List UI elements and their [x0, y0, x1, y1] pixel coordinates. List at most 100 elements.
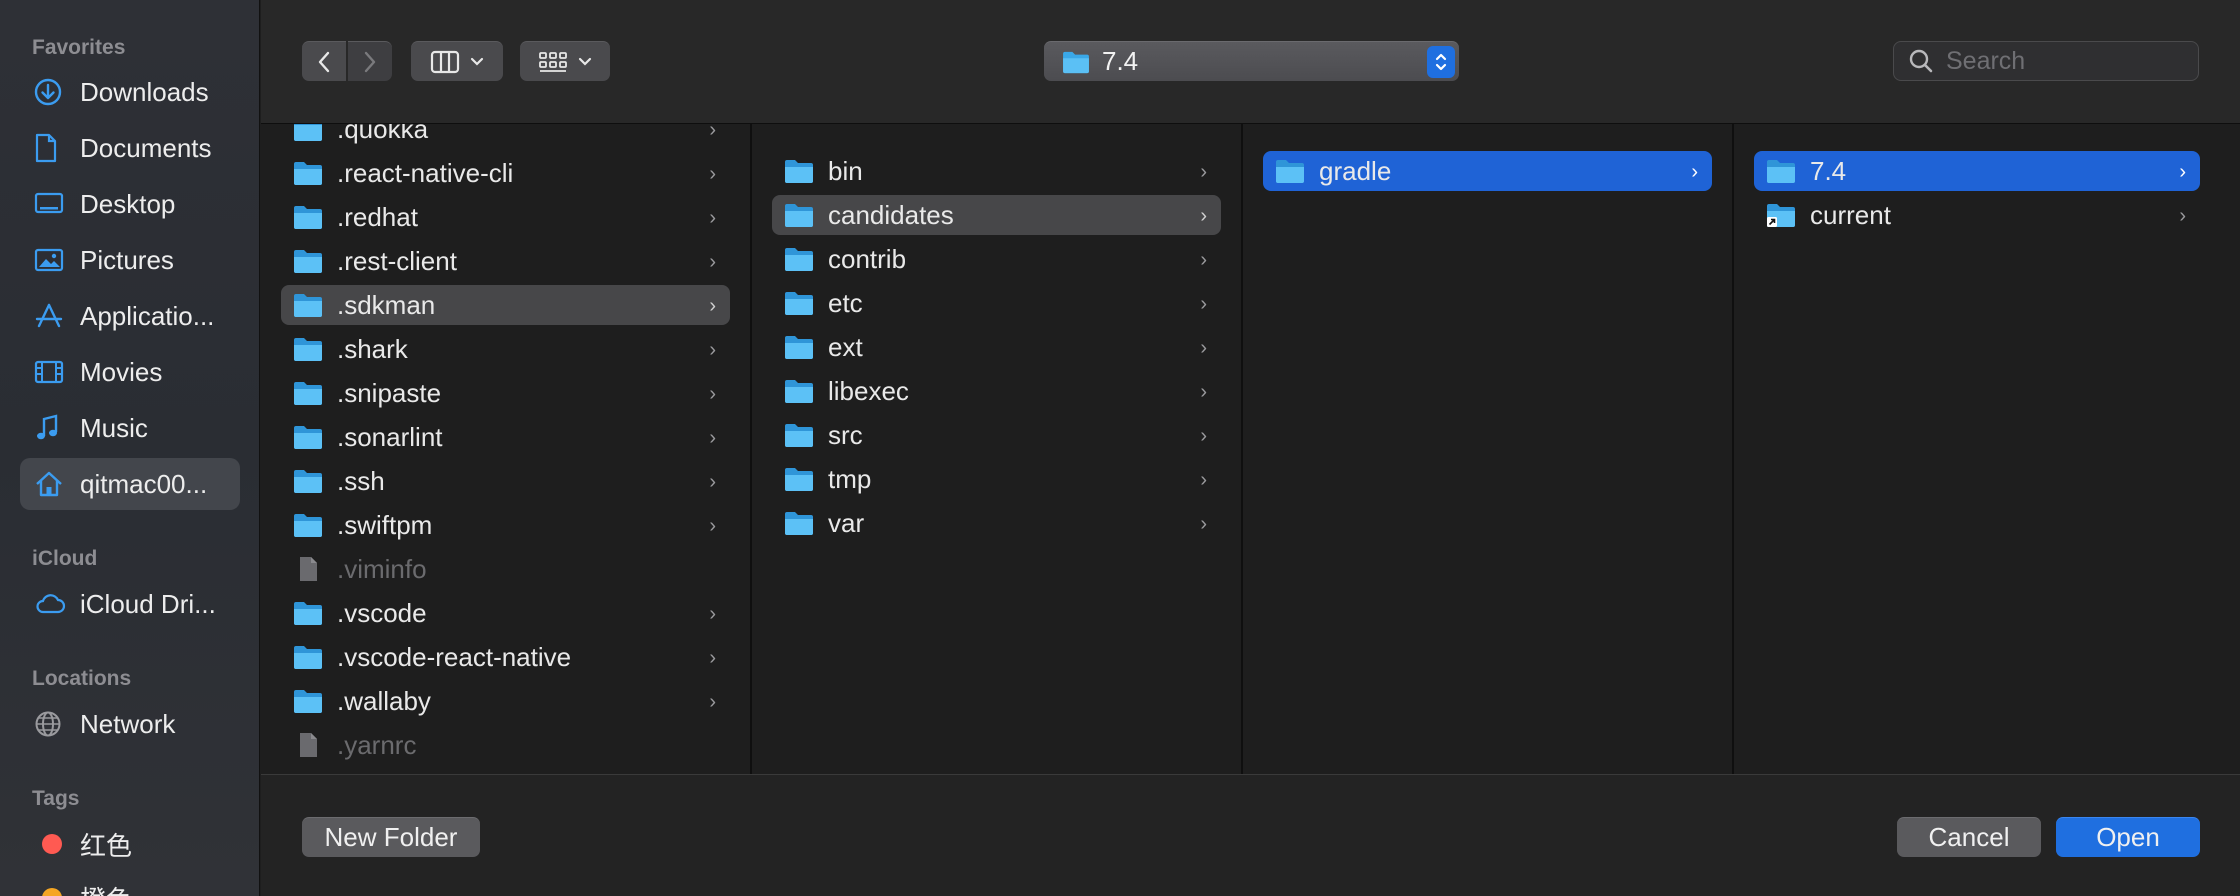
item-name: ext: [828, 331, 863, 362]
folder-row[interactable]: .snipaste ›: [281, 373, 730, 413]
item-name: .viminfo: [337, 553, 427, 584]
view-mode-button[interactable]: [411, 41, 503, 81]
folder-row[interactable]: .vscode ›: [281, 593, 730, 633]
folder-row[interactable]: .vscode-react-native ›: [281, 637, 730, 677]
folder-row[interactable]: var ›: [772, 503, 1221, 543]
item-name: current: [1810, 199, 1891, 230]
sidebar-item-icloud-drive[interactable]: iCloud Dri...: [20, 578, 240, 630]
back-button[interactable]: [302, 41, 346, 81]
search-field[interactable]: [1893, 41, 2199, 81]
sidebar-item-label: 红色: [80, 830, 133, 861]
folder-row[interactable]: current ›: [1754, 195, 2200, 235]
folder-row[interactable]: ext ›: [772, 327, 1221, 367]
folder-icon: [293, 468, 323, 494]
folder-row[interactable]: .swiftpm ›: [281, 505, 730, 545]
folder-icon: [293, 160, 323, 186]
folder-row[interactable]: src ›: [772, 415, 1221, 455]
item-name: var: [828, 507, 865, 538]
path-popup[interactable]: 7.4: [1044, 41, 1459, 81]
new-folder-button[interactable]: New Folder: [302, 817, 480, 857]
chevron-right-icon: ›: [1200, 205, 1207, 227]
item-name: .sonarlint: [337, 421, 443, 452]
folder-row[interactable]: .rest-client ›: [281, 241, 730, 281]
sidebar-item-desktop[interactable]: Desktop: [20, 178, 240, 230]
search-input[interactable]: [1944, 45, 2178, 77]
folder-icon: [784, 422, 814, 448]
file-row[interactable]: .viminfo: [281, 549, 730, 589]
chevron-right-icon: ›: [709, 251, 716, 273]
folder-row[interactable]: .quokka ›: [281, 124, 730, 149]
sidebar-item-applications[interactable]: Applicatio...: [20, 290, 240, 342]
folder-row[interactable]: etc ›: [772, 283, 1221, 323]
sidebar-item-home[interactable]: qitmac00...: [20, 458, 240, 510]
folder-row[interactable]: tmp ›: [772, 459, 1221, 499]
sidebar: Favorites Downloads Documents Desktop Pi…: [0, 0, 260, 896]
group-button[interactable]: [520, 41, 610, 81]
movies-icon: [34, 357, 70, 387]
sidebar-item-label: Applicatio...: [80, 300, 215, 331]
chevron-right-icon: ›: [1200, 337, 1207, 359]
toolbar: 7.4: [261, 0, 2240, 124]
sidebar-item-music[interactable]: Music: [20, 402, 240, 454]
folder-icon: [1275, 158, 1305, 184]
chevron-down-icon: [578, 57, 592, 66]
item-name: .shark: [337, 333, 408, 364]
chevron-right-icon: ›: [1200, 293, 1207, 315]
columns-view-icon: [430, 50, 460, 73]
folder-row[interactable]: .redhat ›: [281, 197, 730, 237]
sidebar-item-label: Downloads: [80, 76, 209, 107]
column-3: gradle ›: [1243, 124, 1732, 774]
folder-row[interactable]: candidates ›: [772, 195, 1221, 235]
folder-row[interactable]: bin ›: [772, 151, 1221, 191]
cancel-button[interactable]: Cancel: [1897, 817, 2041, 857]
folder-icon: [293, 512, 323, 538]
sidebar-item-documents[interactable]: Documents: [20, 122, 240, 174]
sidebar-item-label: Documents: [80, 132, 212, 163]
chevron-right-icon: ›: [709, 427, 716, 449]
folder-row[interactable]: gradle ›: [1263, 151, 1712, 191]
forward-button[interactable]: [348, 41, 392, 81]
chevron-down-icon: [470, 57, 484, 66]
sidebar-item-downloads[interactable]: Downloads: [20, 66, 240, 118]
chevron-right-icon: ›: [2179, 161, 2186, 183]
chevron-right-icon: ›: [2179, 205, 2186, 227]
locations-header: Locations: [32, 667, 132, 690]
chevron-right-icon: [364, 51, 376, 72]
folder-icon: [784, 334, 814, 360]
folder-row[interactable]: .sdkman ›: [281, 285, 730, 325]
folder-row[interactable]: contrib ›: [772, 239, 1221, 279]
sidebar-item-label: Movies: [80, 356, 163, 387]
folder-row[interactable]: 7.4 ›: [1754, 151, 2200, 191]
folder-row[interactable]: libexec ›: [772, 371, 1221, 411]
folder-row[interactable]: .ssh ›: [281, 461, 730, 501]
sidebar-item-movies[interactable]: Movies: [20, 346, 240, 398]
folder-icon: [293, 644, 323, 670]
folder-icon: [784, 246, 814, 272]
folder-alias-icon: [1766, 202, 1796, 228]
chevron-right-icon: ›: [709, 383, 716, 405]
chevron-right-icon: ›: [709, 603, 716, 625]
item-name: gradle: [1319, 155, 1392, 186]
folder-row[interactable]: .shark ›: [281, 329, 730, 369]
chevron-right-icon: ›: [1200, 425, 1207, 447]
chevron-right-icon: ›: [1200, 381, 1207, 403]
item-name: bin: [828, 155, 863, 186]
folder-icon: [293, 336, 323, 362]
file-row[interactable]: .yarnrc: [281, 725, 730, 765]
tag-dot-icon: [42, 834, 62, 854]
chevron-right-icon: ›: [1200, 161, 1207, 183]
pictures-icon: [34, 245, 70, 275]
column-browser: .quokka › .react-native-cli › .redhat › .rest-…: [261, 124, 2240, 774]
item-name: .rest-client: [337, 245, 457, 276]
folder-row[interactable]: .react-native-cli ›: [281, 153, 730, 193]
folder-row[interactable]: .sonarlint ›: [281, 417, 730, 457]
folder-row[interactable]: .wallaby ›: [281, 681, 730, 721]
sidebar-item-pictures[interactable]: Pictures: [20, 234, 240, 286]
item-name: .sdkman: [337, 289, 436, 320]
sidebar-item-tag-orange[interactable]: 橙色: [20, 872, 240, 896]
sidebar-item-network[interactable]: Network: [20, 698, 240, 750]
chevron-right-icon: ›: [1200, 513, 1207, 535]
sidebar-item-tag-red[interactable]: 红色: [20, 818, 240, 870]
open-button[interactable]: Open: [2056, 817, 2200, 857]
folder-icon: [784, 290, 814, 316]
